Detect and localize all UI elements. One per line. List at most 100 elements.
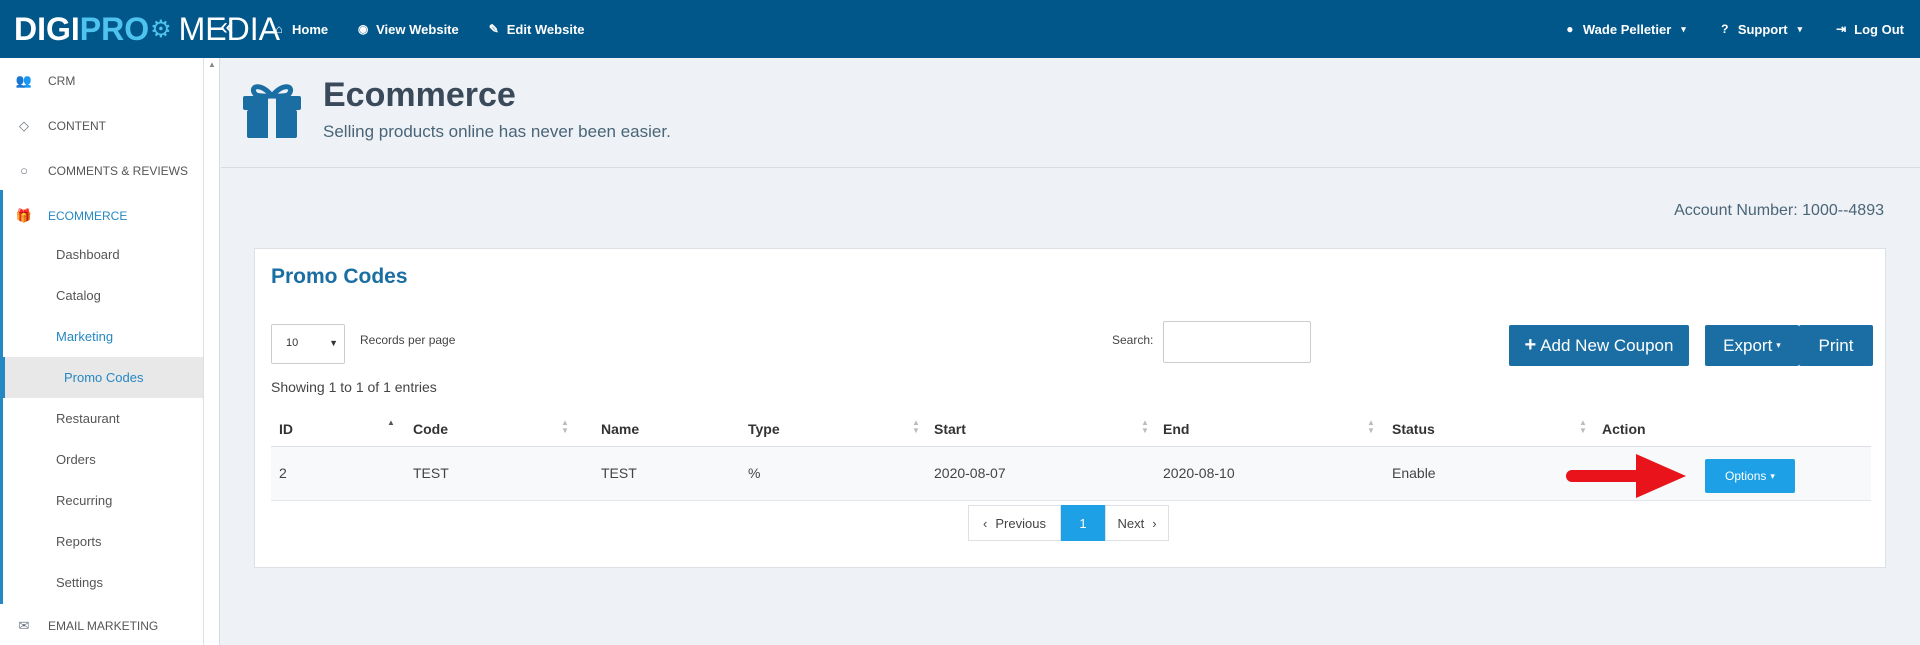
print-button[interactable]: Print bbox=[1799, 325, 1873, 366]
col-header-start[interactable]: Start bbox=[934, 421, 966, 437]
account-number: Account Number: 1000--4893 bbox=[1674, 202, 1884, 219]
print-label: Print bbox=[1818, 335, 1854, 355]
sidebar-sub-label: Reports bbox=[56, 534, 102, 549]
sidebar-scrollbar[interactable]: ▲ bbox=[204, 58, 220, 645]
sidebar-sub-label: Orders bbox=[56, 452, 96, 467]
logout-icon: ⇥ bbox=[1836, 22, 1847, 36]
sidebar-sub-orders[interactable]: Orders bbox=[0, 439, 203, 480]
sidebar-sub-reports[interactable]: Reports bbox=[0, 521, 203, 562]
plus-icon: + bbox=[1524, 334, 1537, 356]
sidebar-item-label: ECOMMERCE bbox=[48, 208, 128, 223]
nav-home[interactable]: ⌂ Home bbox=[272, 22, 328, 37]
comment-icon: ○ bbox=[20, 163, 28, 178]
sidebar-item-label: CONTENT bbox=[48, 118, 106, 133]
col-header-status[interactable]: Status bbox=[1392, 421, 1435, 437]
nav-view-website-label: View Website bbox=[376, 21, 459, 37]
sidebar-sub-label: Promo Codes bbox=[64, 370, 144, 385]
sidebar-item-content[interactable]: ◇ CONTENT bbox=[0, 103, 203, 148]
table-info: Showing 1 to 1 of 1 entries bbox=[271, 379, 437, 395]
gear-icon: ⚙ bbox=[150, 15, 172, 43]
logout-label: Log Out bbox=[1854, 21, 1904, 37]
top-nav: ⌂ Home ◉ View Website ✎ Edit Website bbox=[272, 0, 585, 58]
gift-icon bbox=[243, 84, 301, 138]
sidebar-sub-label: Catalog bbox=[56, 288, 101, 303]
sidebar: 👥 CRM ◇ CONTENT ○ COMMENTS & REVIEWS 🎁 ECOMM… bbox=[0, 58, 204, 645]
support-menu[interactable]: ? Support ▾ bbox=[1718, 22, 1802, 37]
scroll-up-icon[interactable]: ▲ bbox=[208, 60, 216, 69]
chevron-down-icon: ▾ bbox=[1681, 23, 1686, 34]
cell-end: 2020-08-10 bbox=[1163, 465, 1235, 481]
logout-link[interactable]: ⇥ Log Out bbox=[1834, 22, 1904, 37]
chevron-down-icon: ▾ bbox=[1797, 23, 1803, 34]
cell-type: % bbox=[748, 465, 761, 481]
question-icon: ? bbox=[1721, 22, 1729, 36]
sidebar-item-crm[interactable]: 👥 CRM bbox=[0, 58, 203, 103]
col-header-id[interactable]: ID bbox=[279, 421, 293, 437]
sidebar-sub-label: Recurring bbox=[56, 493, 113, 508]
search-input[interactable] bbox=[1163, 321, 1311, 363]
nav-view-website[interactable]: ◉ View Website bbox=[356, 22, 459, 37]
sidebar-sub-catalog[interactable]: Catalog bbox=[0, 275, 203, 316]
support-label: Support bbox=[1737, 21, 1788, 37]
sort-asc-icon: ▲ bbox=[387, 418, 395, 427]
gift-icon: 🎁 bbox=[15, 207, 33, 223]
page-title: Ecommerce bbox=[323, 76, 516, 114]
col-header-action: Action bbox=[1602, 421, 1646, 437]
brand-logo[interactable]: DIGI PRO ⚙ MEDIA bbox=[14, 10, 280, 48]
sidebar-item-email-marketing[interactable]: ✉ EMAIL MARKETING bbox=[0, 603, 203, 645]
eye-icon: ◉ bbox=[357, 22, 369, 36]
chevron-left-icon: ‹ bbox=[983, 515, 988, 531]
records-per-page-value: 10 bbox=[286, 337, 299, 349]
sidebar-item-ecommerce[interactable]: 🎁 ECOMMERCE bbox=[0, 193, 203, 238]
sidebar-sub-recurring[interactable]: Recurring bbox=[0, 480, 203, 521]
cell-id: 2 bbox=[279, 465, 287, 481]
next-page-button[interactable]: Next › bbox=[1105, 505, 1169, 541]
chevron-down-icon: ▾ bbox=[1776, 340, 1781, 350]
sidebar-sub-settings[interactable]: Settings bbox=[0, 562, 203, 603]
add-new-coupon-button[interactable]: + Add New Coupon bbox=[1509, 325, 1689, 366]
annotation-arrow-icon bbox=[1566, 454, 1686, 498]
sort-icon: ▲ ▼ bbox=[1579, 418, 1587, 435]
user-menu[interactable]: ● Wade Pelletier ▾ bbox=[1563, 22, 1686, 37]
top-right-menu: ● Wade Pelletier ▾ ? Support ▾ ⇥ Log Out bbox=[1563, 0, 1904, 58]
diamond-icon: ◇ bbox=[19, 117, 29, 133]
cell-start: 2020-08-07 bbox=[934, 465, 1006, 481]
sort-icon: ▲ ▼ bbox=[1367, 418, 1375, 435]
sort-icon: ▲ ▼ bbox=[912, 418, 920, 435]
records-per-page-select[interactable]: 10 ▼ bbox=[271, 324, 345, 364]
top-navbar: DIGI PRO ⚙ MEDIA « ⌂ Home ◉ View Website ✎ Edi… bbox=[0, 0, 1920, 58]
sidebar-item-label: CRM bbox=[48, 73, 76, 88]
page-subtitle: Selling products online has never been e… bbox=[323, 122, 671, 141]
records-per-page-label: Records per page bbox=[360, 333, 456, 347]
collapse-sidebar-icon[interactable]: « bbox=[220, 14, 233, 40]
table-header: ID ▲ Code ▲ ▼ Name Type ▲ ▼ Start ▲ ▼ End ▲… bbox=[271, 409, 1871, 447]
col-header-type[interactable]: Type bbox=[748, 421, 780, 437]
sidebar-sub-marketing[interactable]: Marketing bbox=[0, 316, 203, 357]
chevron-down-icon: ▼ bbox=[329, 338, 338, 348]
sidebar-item-comments[interactable]: ○ COMMENTS & REVIEWS bbox=[0, 148, 203, 193]
sidebar-item-label: EMAIL MARKETING bbox=[48, 618, 159, 633]
sidebar-sub-label: Restaurant bbox=[56, 411, 120, 426]
search-label: Search: bbox=[1112, 333, 1154, 347]
col-header-end[interactable]: End bbox=[1163, 421, 1189, 437]
sidebar-sub-label: Dashboard bbox=[56, 247, 120, 262]
chevron-right-icon: › bbox=[1152, 515, 1157, 531]
sidebar-item-label: COMMENTS & REVIEWS bbox=[48, 163, 189, 178]
options-button[interactable]: Options ▾ bbox=[1705, 459, 1795, 493]
export-button[interactable]: Export ▾ bbox=[1705, 325, 1799, 366]
user-name: Wade Pelletier bbox=[1582, 21, 1672, 37]
sort-icon: ▲ ▼ bbox=[1141, 418, 1149, 435]
page-number: 1 bbox=[1079, 515, 1087, 531]
user-circle-icon: ● bbox=[1566, 22, 1574, 36]
col-header-name[interactable]: Name bbox=[601, 421, 639, 437]
sidebar-sub-restaurant[interactable]: Restaurant bbox=[0, 398, 203, 439]
page-1-button[interactable]: 1 bbox=[1061, 505, 1105, 541]
sidebar-sub-promo-codes[interactable]: Promo Codes bbox=[5, 357, 203, 398]
previous-page-button[interactable]: ‹ Previous bbox=[968, 505, 1061, 541]
users-icon: 👥 bbox=[15, 72, 33, 88]
options-label: Options bbox=[1725, 469, 1767, 483]
col-header-code[interactable]: Code bbox=[413, 421, 448, 437]
logo-text-pro: PRO bbox=[79, 10, 150, 47]
nav-edit-website[interactable]: ✎ Edit Website bbox=[487, 22, 585, 37]
sidebar-sub-dashboard[interactable]: Dashboard bbox=[0, 234, 203, 275]
